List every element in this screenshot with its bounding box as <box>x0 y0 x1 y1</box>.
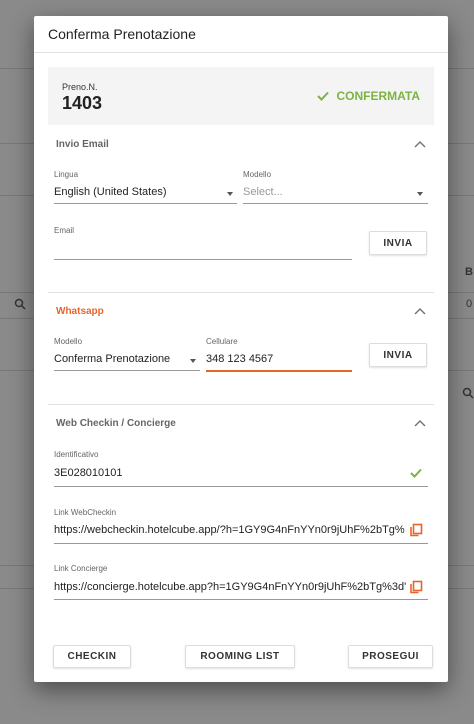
cellulare-input[interactable]: 348 123 4567 <box>206 353 346 365</box>
modello-label: Modello <box>243 170 272 179</box>
send-email-button[interactable]: INVIA <box>369 231 427 255</box>
link-webcheckin-underline <box>54 543 428 544</box>
email-underline <box>54 259 352 260</box>
title-divider <box>34 52 448 53</box>
confirm-booking-dialog: Conferma Prenotazione Preno.N. 1403 CONF… <box>34 16 448 682</box>
bg-search-icon <box>462 387 474 399</box>
dialog-title: Conferma Prenotazione <box>48 26 196 42</box>
lingua-label: Lingua <box>54 170 79 179</box>
email-modello-select[interactable]: Select... <box>243 186 393 198</box>
lingua-underline <box>54 203 237 204</box>
status-text: CONFERMATA <box>336 89 420 103</box>
checkin-button[interactable]: CHECKIN <box>53 645 131 668</box>
whatsapp-section-title: Whatsapp <box>56 306 104 317</box>
identificativo-label: Identificativo <box>54 450 99 459</box>
booking-header-card: Preno.N. 1403 CONFERMATA <box>48 67 434 125</box>
bg-column-fragment: B <box>465 266 473 278</box>
collapse-email-icon[interactable] <box>414 140 426 148</box>
identificativo-field[interactable]: 3E028010101 <box>54 467 354 479</box>
email-section-title: Invio Email <box>56 139 109 150</box>
cellulare-label: Cellulare <box>206 337 238 346</box>
modello-underline <box>243 203 428 204</box>
link-webcheckin-label: Link WebCheckin <box>54 508 117 517</box>
identificativo-underline <box>54 486 428 487</box>
send-whatsapp-button[interactable]: INVIA <box>369 343 427 367</box>
chevron-down-icon <box>190 359 196 363</box>
link-webcheckin-field[interactable]: https://webcheckin.hotelcube.app/?h=1GY9… <box>54 524 406 536</box>
link-concierge-field[interactable]: https://concierge.hotelcube.app?h=1GY9G4… <box>54 581 406 593</box>
link-concierge-label: Link Concierge <box>54 564 108 573</box>
check-icon <box>410 468 422 478</box>
booking-number: 1403 <box>62 93 103 113</box>
bg-search-icon <box>14 298 26 310</box>
copy-icon[interactable] <box>409 523 423 537</box>
section-divider <box>48 404 434 405</box>
link-concierge-underline <box>54 599 428 600</box>
email-label: Email <box>54 226 75 235</box>
collapse-whatsapp-icon[interactable] <box>414 307 426 315</box>
chevron-down-icon <box>227 192 233 196</box>
whatsapp-modello-select[interactable]: Conferma Prenotazione <box>54 353 189 365</box>
section-divider <box>48 292 434 293</box>
bg-cell-fragment: 0 <box>466 298 473 310</box>
check-icon <box>317 91 330 101</box>
collapse-checkin-icon[interactable] <box>414 419 426 427</box>
whatsapp-modello-underline <box>54 370 200 371</box>
rooming-list-button[interactable]: ROOMING LIST <box>185 645 295 668</box>
cellulare-underline <box>206 370 352 372</box>
lingua-select[interactable]: English (United States) <box>54 186 214 198</box>
copy-icon[interactable] <box>409 580 423 594</box>
chevron-down-icon <box>417 192 423 196</box>
whatsapp-modello-label: Modello <box>54 337 83 346</box>
checkin-section-title: Web Checkin / Concierge <box>56 418 176 429</box>
booking-number-label: Preno.N. <box>62 82 98 92</box>
status-badge: CONFERMATA <box>316 89 420 103</box>
prosegui-button[interactable]: PROSEGUI <box>348 645 433 668</box>
